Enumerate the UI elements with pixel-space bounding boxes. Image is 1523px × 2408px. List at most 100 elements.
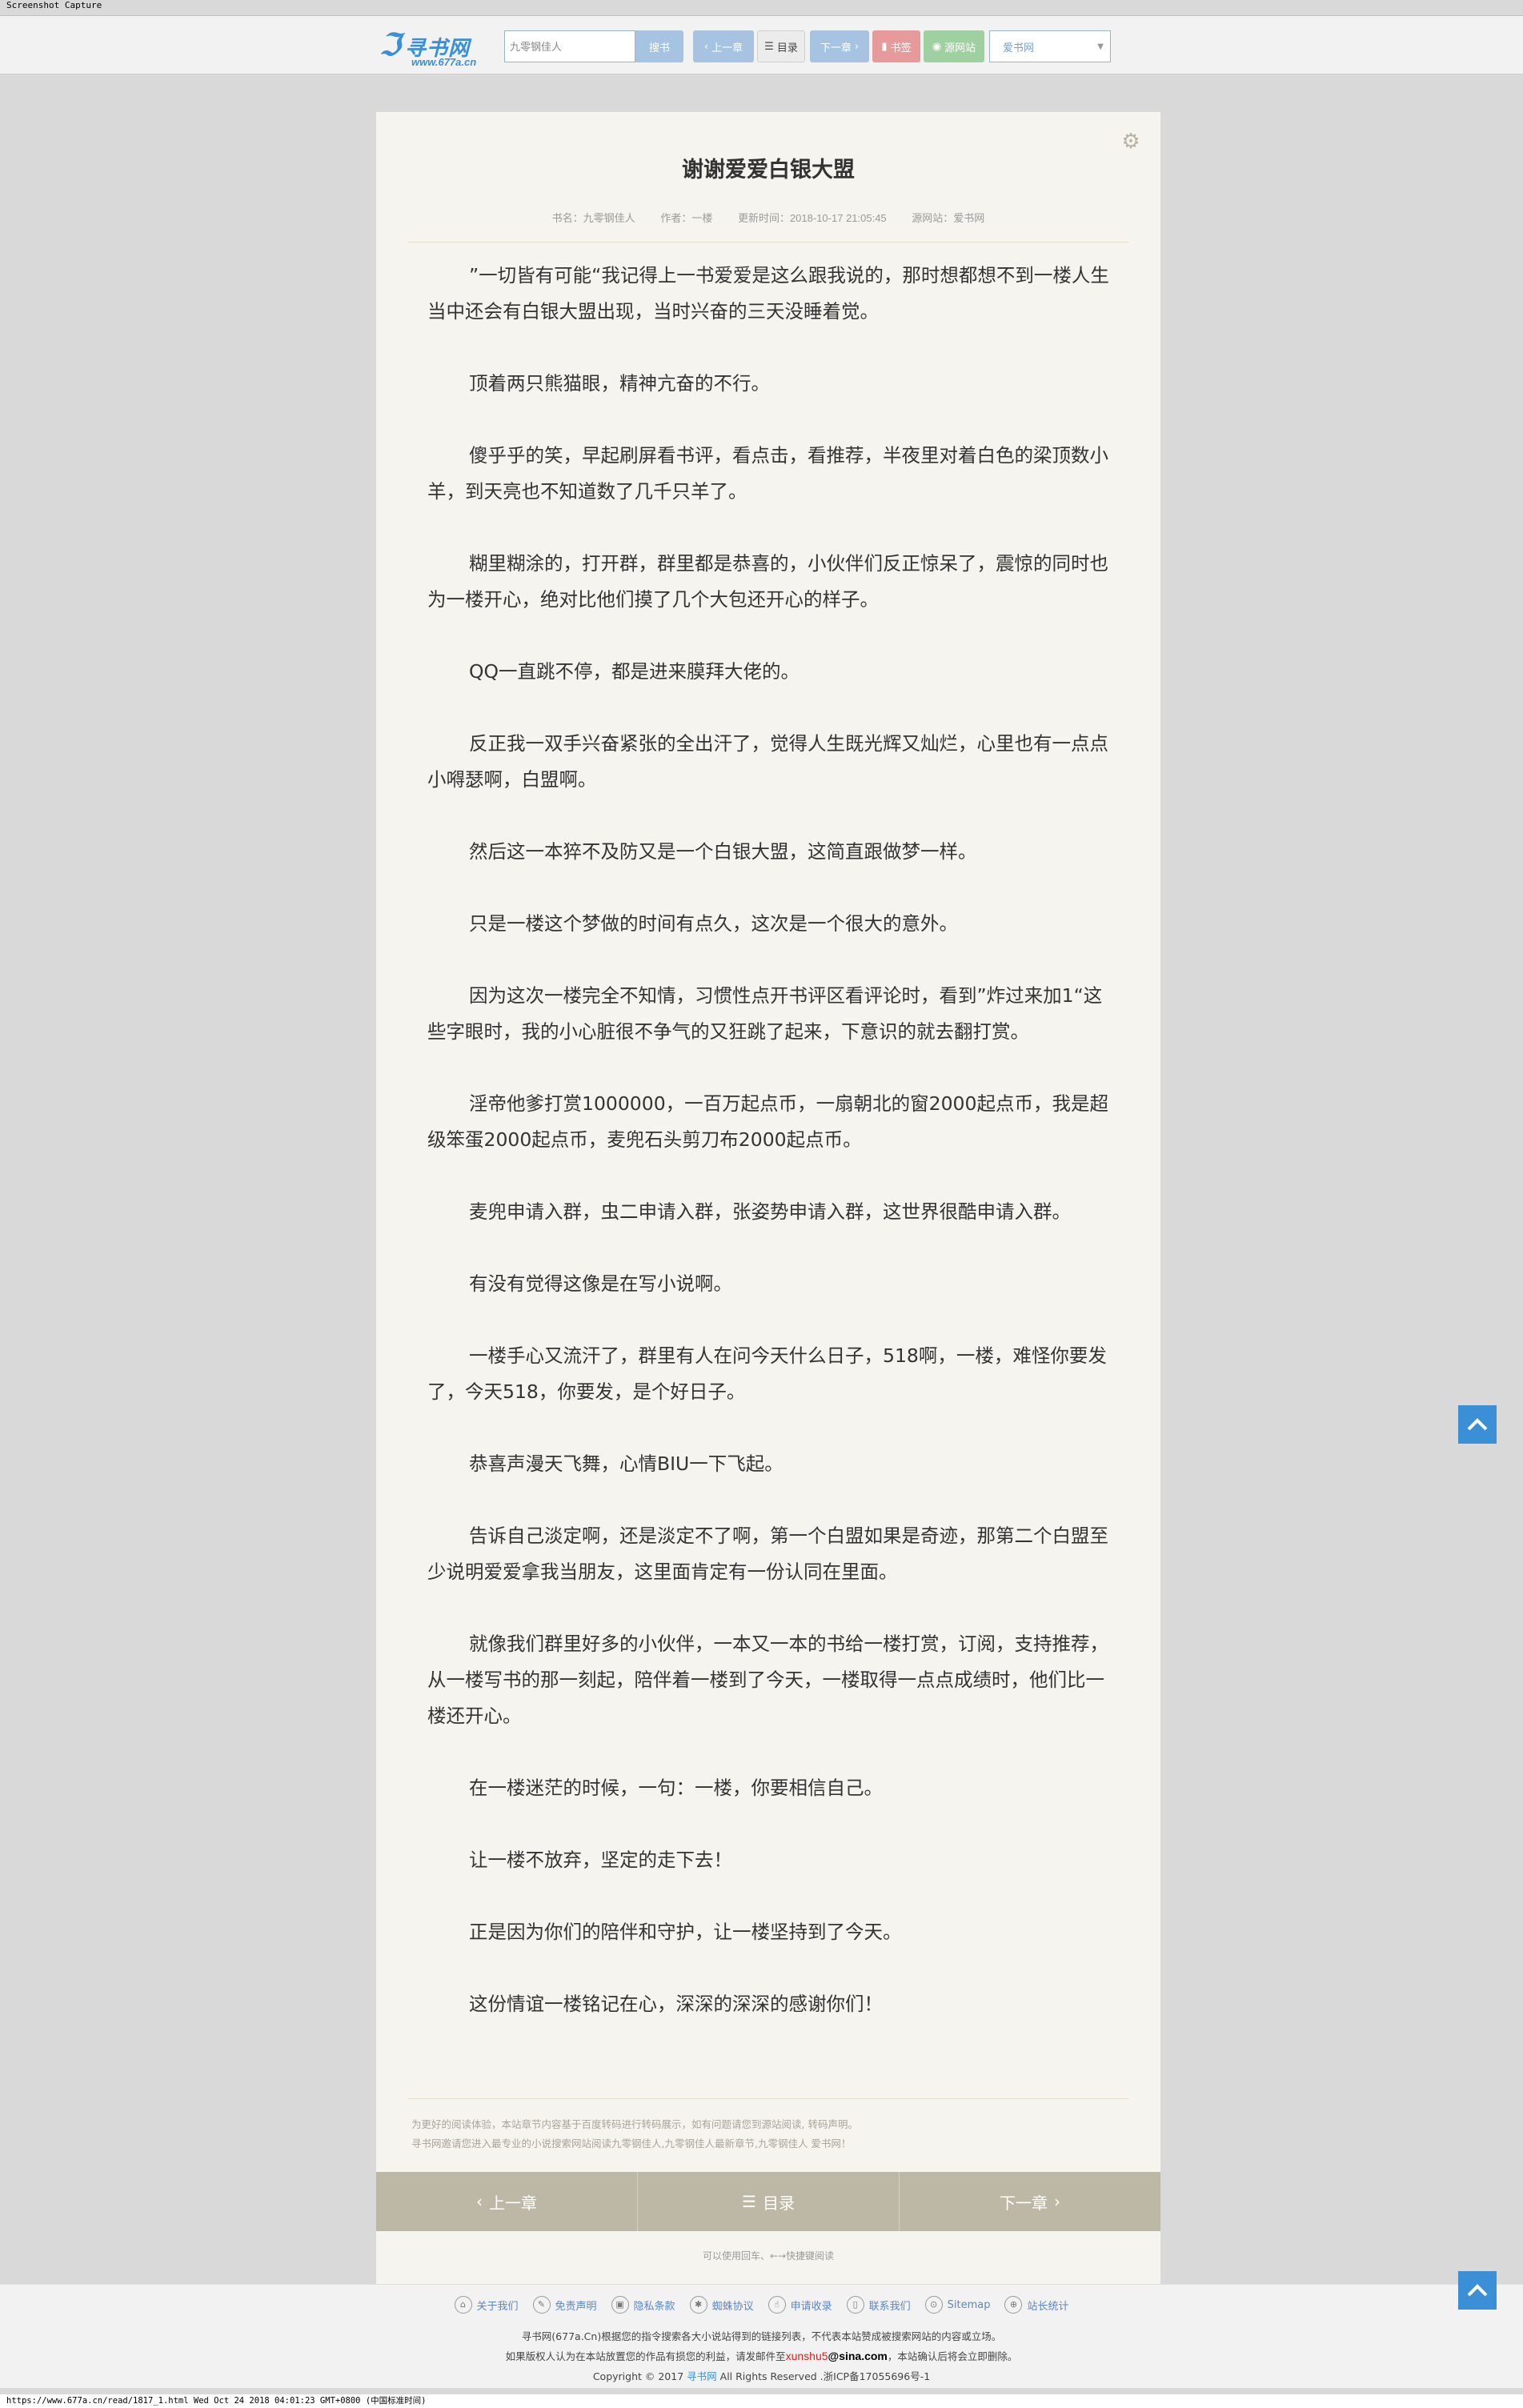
hand-icon: ☝ <box>768 2296 786 2314</box>
footer-line-2: 如果版权人认为在本站放置您的作品有损您的利益，请发邮件至xunshu5@sina… <box>0 2346 1523 2366</box>
prev-chapter-button[interactable]: ‹ 上一章 <box>693 30 754 62</box>
site-footer: ⌂ 关于我们 ✎ 免责声明 ▣ 隐私条款 ✱ 蜘蛛协议 ☝ 申请收录 ▯ 联系我们 ⊙ Sit… <box>0 2284 1523 2388</box>
paragraph: ”一切皆有可能“我记得上一书爱爱是这么跟我说的，那时想都想不到一楼人生当中还会有… <box>427 264 1109 323</box>
toc-label: 目录 <box>776 42 798 54</box>
globe-icon: ⊕ <box>1004 2296 1023 2314</box>
capture-label: Screenshot Capture <box>6 0 102 10</box>
status-bar: https://www.677a.cn/read/1817_1.html Wed… <box>0 2394 1523 2408</box>
footer-link-disclaimer[interactable]: ✎ 免责声明 <box>532 2296 597 2314</box>
source-site-label: 源网站 <box>944 42 976 54</box>
toc-button[interactable]: ☰ 目录 <box>757 30 805 62</box>
chevron-up-icon <box>1467 2284 1488 2297</box>
footer-link-label: 站长统计 <box>1027 2300 1069 2313</box>
list-icon: ☰ <box>764 40 774 53</box>
chapter-title: 谢谢爱爱白银大盟 <box>682 158 855 182</box>
source-select[interactable]: 爱书网 ▼ <box>989 30 1111 62</box>
nav-prev-button[interactable]: ‹ 上一章 <box>376 2172 638 2231</box>
footer-link-label: 申请收录 <box>790 2300 832 2313</box>
gear-icon[interactable]: ⚙ <box>1120 131 1141 152</box>
copyright-link[interactable]: 寻书网 <box>687 2370 717 2382</box>
paragraph: 麦兜申请入群，虫二申请入群，张姿势申请入群，这世界很酷申请入群。 <box>469 1200 1071 1223</box>
email-user: xunshu5 <box>785 2350 828 2362</box>
search-input[interactable] <box>504 30 635 62</box>
footer-link-label: 免责声明 <box>555 2300 597 2313</box>
search-button-label: 搜书 <box>648 42 670 54</box>
paragraph: 这份情谊一楼铭记在心，深深的深深的感谢你们！ <box>469 1993 883 2015</box>
paragraph: 就像我们群里好多的小伙伴，一本又一本的书给一楼打赏，订阅，支持推荐，从一楼写书的… <box>427 1633 1108 1727</box>
nav-next-label: 下一章 <box>1000 2193 1048 2213</box>
footer-line-2-post: ，本站确认后将会立即删除。 <box>887 2350 1018 2362</box>
chevron-left-icon: ‹ <box>476 2192 483 2211</box>
paragraph: 傻乎乎的笑，早起刷屏看书评，看点击，看推荐，半夜里对着白色的梁顶数小羊，到天亮也… <box>427 444 1108 503</box>
paragraph: 糊里糊涂的，打开群，群里都是恭喜的，小伙伴们反正惊呆了，震惊的同时也为一楼开心，… <box>427 552 1108 611</box>
email-domain: sina <box>839 2350 862 2362</box>
caret-down-icon: ▼ <box>1097 42 1104 51</box>
chapter-nav: ‹ 上一章 ☰ 目录 下一章 › <box>376 2172 1160 2231</box>
paragraph: 只是一楼这个梦做的时间有点久，这次是一个很大的意外。 <box>469 912 958 935</box>
meta-book: 书名：九零钢佳人 <box>551 212 635 224</box>
site-logo[interactable]: ℑ 寻书网 www.677a.cn <box>379 26 491 69</box>
footer-text: 寻书网(677a.Cn)根据您的指令搜索各大小说站得到的链接列表，不代表本站赞成… <box>0 2326 1523 2386</box>
paragraph: 恭喜声漫天飞舞，心情BIU一下飞起。 <box>469 1452 784 1475</box>
next-chapter-button[interactable]: 下一章 › <box>810 30 869 62</box>
pencil-icon: ✎ <box>532 2296 551 2314</box>
email-at: @ <box>828 2350 840 2362</box>
globe-icon: ◉ <box>932 40 942 53</box>
chevron-right-icon: › <box>1054 2192 1060 2211</box>
back-to-top-button[interactable] <box>1458 1405 1497 1444</box>
transcode-notice: 为更好的阅读体验，本站章节内容基于百度转码进行转码展示，如有问题请您到源站阅读,… <box>411 2115 1132 2154</box>
footer-link-apply[interactable]: ☝ 申请收录 <box>768 2296 832 2314</box>
notice-line: 寻书网邀请您进入最专业的小说搜索网站阅读九零钢佳人,九零钢佳人最新章节,九零钢佳… <box>411 2138 852 2150</box>
paragraph: 反正我一双手兴奋紧张的全出汗了，觉得人生既光辉又灿烂，心里也有一点点小嘚瑟啊，白… <box>427 732 1108 791</box>
email-tld: .com <box>861 2350 888 2362</box>
prev-chapter-label: 上一章 <box>711 42 743 54</box>
top-toolbar: ℑ 寻书网 www.677a.cn 搜书 ‹ 上一章 ☰ 目录 下一章 › ▮ … <box>0 15 1523 74</box>
divider <box>408 2098 1128 2099</box>
footer-link-stats[interactable]: ⊕ 站长统计 <box>1004 2296 1068 2314</box>
spider-icon: ✱ <box>689 2296 707 2314</box>
footer-links: ⌂ 关于我们 ✎ 免责声明 ▣ 隐私条款 ✱ 蜘蛛协议 ☝ 申请收录 ▯ 联系我们 ⊙ Sit… <box>0 2296 1523 2314</box>
meta-author: 作者：一楼 <box>660 212 713 224</box>
next-chapter-label: 下一章 <box>820 42 852 54</box>
phone-icon: ▯ <box>846 2296 864 2314</box>
meta-updated: 更新时间：2018-10-17 21:05:45 <box>737 212 887 224</box>
nav-toc-label: 目录 <box>762 2193 795 2213</box>
home-icon: ⌂ <box>454 2296 472 2314</box>
footer-link-about[interactable]: ⌂ 关于我们 <box>454 2296 519 2314</box>
footer-line-1: 寻书网(677a.Cn)根据您的指令搜索各大小说站得到的链接列表，不代表本站赞成… <box>521 2330 1002 2342</box>
bookmark-icon: ▮ <box>881 40 888 53</box>
source-select-value: 爱书网 <box>1003 42 1035 54</box>
back-to-top-button[interactable] <box>1458 2271 1497 2310</box>
chevron-up-icon <box>1467 1418 1488 1431</box>
chevron-left-icon: ‹ <box>703 40 709 53</box>
nav-prev-label: 上一章 <box>489 2193 537 2213</box>
bookmark-button[interactable]: ▮ 书签 <box>872 30 920 62</box>
paragraph: 让一楼不放弃，坚定的走下去！ <box>469 1849 732 1871</box>
paragraph: 有没有觉得这像是在写小说啊。 <box>469 1272 732 1295</box>
footer-link-sitemap[interactable]: ⊙ Sitemap <box>924 2296 991 2314</box>
footer-link-label: 联系我们 <box>868 2300 911 2313</box>
footer-link-label: Sitemap <box>947 2298 991 2311</box>
contact-email: xunshu5@sina.com <box>786 2350 888 2362</box>
pin-icon: ⊙ <box>924 2296 943 2314</box>
logo-mark-icon: ℑ <box>379 26 401 62</box>
list-icon: ☰ <box>742 2192 756 2211</box>
footer-link-privacy[interactable]: ▣ 隐私条款 <box>611 2296 675 2314</box>
meta-source: 源网站：爱书网 <box>912 212 985 224</box>
chevron-right-icon: › <box>854 40 860 53</box>
footer-link-spider[interactable]: ✱ 蜘蛛协议 <box>689 2296 754 2314</box>
footer-link-label: 关于我们 <box>476 2300 519 2313</box>
copyright-pre: Copyright © 2017 <box>592 2370 684 2382</box>
search-button[interactable]: 搜书 <box>635 30 683 62</box>
paragraph: 顶着两只熊猫眼，精神亢奋的不行。 <box>469 372 770 395</box>
nav-next-button[interactable]: 下一章 › <box>900 2172 1160 2231</box>
paragraph: QQ一直跳不停，都是进来膜拜大佬的。 <box>469 660 800 683</box>
footer-link-contact[interactable]: ▯ 联系我们 <box>846 2296 911 2314</box>
lock-icon: ▣ <box>611 2296 629 2314</box>
paragraph: 在一楼迷茫的时候，一句：一楼，你要相信自己。 <box>469 1777 883 1799</box>
chapter-content: ”一切皆有可能“我记得上一书爱爱是这么跟我说的，那时想都想不到一楼人生当中还会有… <box>427 258 1109 2058</box>
bookmark-label: 书签 <box>890 42 912 54</box>
paragraph: 一楼手心又流汗了，群里有人在问今天什么日子，518啊，一楼，难怪你要发了，今天5… <box>427 1344 1107 1403</box>
nav-toc-button[interactable]: ☰ 目录 <box>638 2172 900 2231</box>
source-site-button[interactable]: ◉ 源网站 <box>924 30 984 62</box>
